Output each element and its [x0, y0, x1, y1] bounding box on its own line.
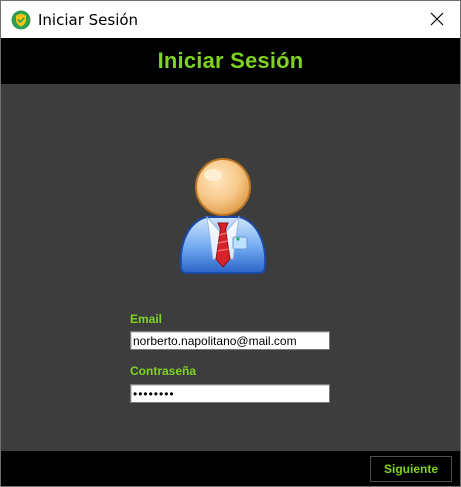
- footer-bar: Siguiente: [1, 451, 460, 486]
- email-label: Email: [130, 312, 163, 326]
- shield-check-icon: [11, 10, 31, 30]
- page-title: Iniciar Sesión: [157, 48, 304, 73]
- password-field[interactable]: [130, 384, 330, 403]
- title-bar: Iniciar Sesión: [1, 1, 460, 38]
- close-button[interactable]: [414, 1, 460, 37]
- close-icon: [430, 12, 444, 26]
- password-label: Contraseña: [130, 364, 197, 378]
- login-panel: Email Contraseña: [1, 84, 460, 451]
- window-title: Iniciar Sesión: [38, 11, 139, 29]
- email-field[interactable]: [130, 331, 330, 350]
- user-avatar-icon: [179, 158, 267, 274]
- header-bar: Iniciar Sesión: [1, 38, 460, 84]
- next-button[interactable]: Siguiente: [370, 456, 452, 482]
- login-window: Iniciar Sesión Iniciar Sesión Email norb…: [0, 0, 461, 487]
